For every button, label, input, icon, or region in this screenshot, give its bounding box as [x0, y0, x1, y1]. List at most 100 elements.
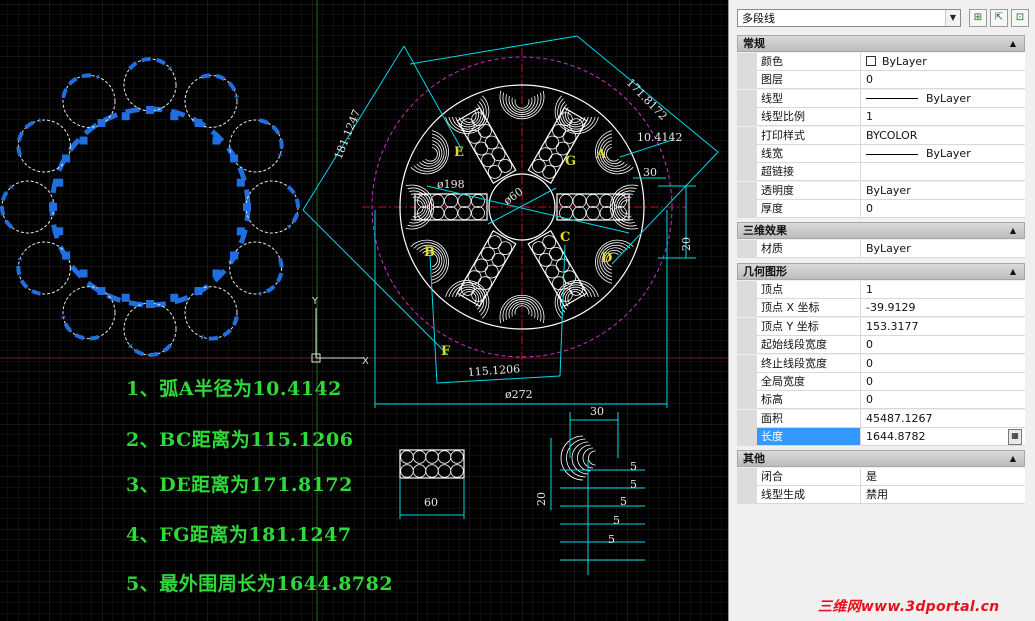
point-label-e: E — [454, 145, 464, 160]
row-gutter — [737, 299, 757, 318]
object-type-dropdown[interactable]: 多段线 ▼ — [737, 9, 961, 27]
property-value-text: 1 — [866, 283, 873, 296]
property-row[interactable]: 材质 ByLayer — [737, 240, 1025, 258]
section-header-geometry[interactable]: 几何图形 ▲ — [737, 263, 1025, 280]
property-value[interactable]: 0 — [861, 336, 1025, 355]
property-value-text: ByLayer — [866, 242, 911, 255]
property-value[interactable]: ByLayer — [861, 145, 1025, 163]
row-gutter — [737, 486, 757, 505]
ucs-x-label: X — [362, 356, 369, 367]
property-value[interactable]: ByLayer — [861, 89, 1025, 108]
property-row[interactable]: 标高 0 — [737, 391, 1025, 410]
property-row[interactable]: 厚度 0 — [737, 200, 1025, 219]
property-row[interactable]: 线型 ByLayer — [737, 89, 1025, 108]
property-value[interactable]: ByLayer — [861, 53, 1025, 71]
property-row[interactable]: 打印样式 BYCOLOR — [737, 126, 1025, 145]
section-header-general[interactable]: 常规 ▲ — [737, 35, 1025, 52]
property-row[interactable]: 长度 1644.8782 ▦ — [737, 428, 1025, 447]
property-row[interactable]: 终止线段宽度 0 — [737, 354, 1025, 373]
property-value[interactable]: 45487.1267 — [861, 409, 1025, 428]
dim-20b-text: 20 — [535, 492, 548, 506]
property-value[interactable]: 1644.8782 ▦ — [861, 428, 1025, 447]
property-value[interactable]: 0 — [861, 200, 1025, 219]
property-row[interactable]: 全局宽度 0 — [737, 373, 1025, 391]
property-row[interactable]: 线宽 ByLayer — [737, 145, 1025, 163]
grip-handle — [230, 251, 239, 260]
property-value-text: ByLayer — [882, 55, 927, 68]
property-row[interactable]: 起始线段宽度 0 — [737, 336, 1025, 355]
property-value-text: 是 — [866, 470, 877, 483]
dim-10-text: 10.4142 — [637, 131, 683, 144]
property-value[interactable]: 是 — [861, 468, 1025, 486]
collapse-arrow-icon[interactable]: ▲ — [1010, 451, 1016, 466]
grip-handle — [121, 293, 130, 302]
dim-60-text: 60 — [424, 496, 438, 509]
color-swatch-icon — [866, 56, 876, 66]
property-value[interactable]: 0 — [861, 354, 1025, 373]
property-name: 厚度 — [757, 200, 861, 219]
property-row[interactable]: 颜色 ByLayer — [737, 53, 1025, 71]
grip-handle — [49, 203, 57, 211]
property-row[interactable]: 闭合是 — [737, 468, 1025, 486]
property-value[interactable]: BYCOLOR — [861, 126, 1025, 145]
property-value[interactable]: 0 — [861, 373, 1025, 391]
dim-20-text: 20 — [680, 237, 693, 251]
property-value[interactable]: 0 — [861, 71, 1025, 90]
property-row[interactable]: 顶点 Y 坐标 153.3177 — [737, 317, 1025, 336]
collapse-arrow-icon[interactable]: ▲ — [1010, 264, 1016, 279]
property-row[interactable]: 线型生成 禁用 — [737, 486, 1025, 505]
grip-handle — [121, 112, 130, 121]
property-value-text: 1644.8782 — [866, 430, 926, 444]
grip-handle — [236, 227, 245, 236]
quick-select-icon[interactable]: ⊞ — [969, 9, 987, 27]
note-line-1: 1、弧A半径为10.4142 — [126, 378, 342, 400]
property-value[interactable]: -39.9129 — [861, 299, 1025, 318]
property-value[interactable]: 153.3177 — [861, 317, 1025, 336]
dim-5-text-1: 5 — [630, 460, 637, 473]
drawing-svg[interactable]: Y X A B C D E F G 171.8172 181.1247 10.4… — [0, 0, 728, 621]
property-row[interactable]: 顶点 1 — [737, 281, 1025, 299]
section-header-misc[interactable]: 其他 ▲ — [737, 450, 1025, 467]
property-name: 面积 — [757, 409, 861, 428]
property-row[interactable]: 透明度 ByLayer — [737, 181, 1025, 200]
grip-handle — [61, 251, 70, 260]
row-gutter — [737, 240, 757, 258]
note-line-5: 5、最外围周长为1644.8782 — [126, 573, 394, 595]
property-value[interactable]: ByLayer — [861, 181, 1025, 200]
chevron-down-icon[interactable]: ▼ — [945, 10, 960, 26]
grip-handle — [146, 300, 154, 308]
property-value[interactable]: 1 — [861, 108, 1025, 127]
point-label-g: G — [565, 154, 576, 169]
property-row[interactable]: 超链接 — [737, 163, 1025, 182]
toggle-pickadd-icon[interactable]: ⊡ — [1011, 9, 1029, 27]
property-row[interactable]: 面积 45487.1267 — [737, 409, 1025, 428]
property-value[interactable]: ByLayer — [861, 240, 1025, 258]
collapse-arrow-icon[interactable]: ▲ — [1010, 36, 1016, 51]
section-header-threed[interactable]: 三维效果 ▲ — [737, 222, 1025, 239]
select-objects-icon[interactable]: ⇱ — [990, 9, 1008, 27]
property-value[interactable]: 1 — [861, 281, 1025, 299]
row-gutter — [737, 89, 757, 108]
property-name: 图层 — [757, 71, 861, 90]
property-value-text: 0 — [866, 375, 873, 388]
property-value[interactable]: 禁用 — [861, 486, 1025, 505]
drawing-canvas[interactable]: Y X A B C D E F G 171.8172 181.1247 10.4… — [0, 0, 728, 621]
property-name: 顶点 — [757, 281, 861, 299]
property-value-text: 45487.1267 — [866, 411, 933, 425]
grip-handle — [55, 178, 64, 187]
property-value[interactable] — [861, 163, 1025, 182]
property-name: 终止线段宽度 — [757, 354, 861, 373]
property-value[interactable]: 0 — [861, 391, 1025, 410]
grip-handle — [236, 178, 245, 187]
property-value-text: 0 — [866, 393, 873, 407]
calculator-icon[interactable]: ▦ — [1008, 429, 1022, 446]
property-value-text: 1 — [866, 110, 873, 124]
property-row[interactable]: 线型比例 1 — [737, 108, 1025, 127]
property-name: 颜色 — [757, 53, 861, 71]
point-label-b: B — [424, 245, 435, 260]
property-row[interactable]: 顶点 X 坐标 -39.9129 — [737, 299, 1025, 318]
property-name: 透明度 — [757, 181, 861, 200]
property-row[interactable]: 图层 0 — [737, 71, 1025, 90]
row-gutter — [737, 163, 757, 182]
collapse-arrow-icon[interactable]: ▲ — [1010, 223, 1016, 238]
